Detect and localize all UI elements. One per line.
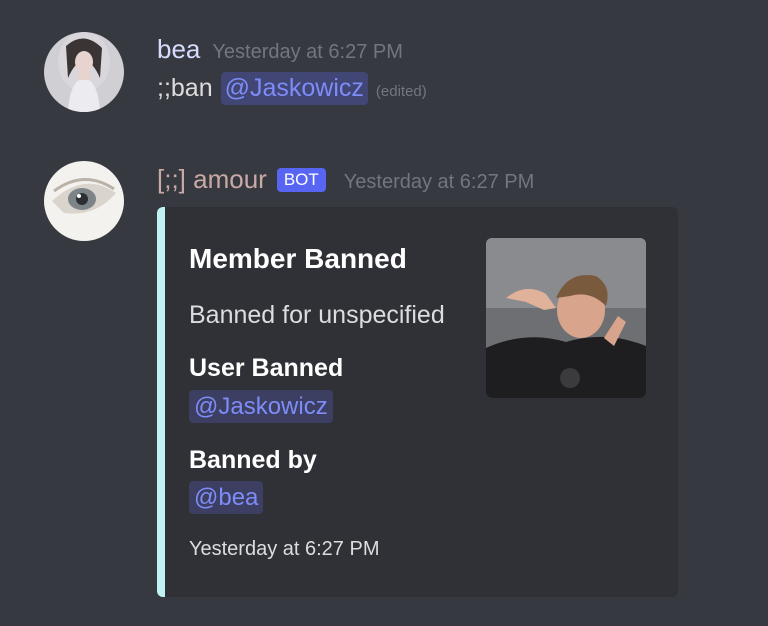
field-value-banned-by: @bea [189,481,264,514]
command-text: ;;ban [157,74,213,102]
embed-card: Member Banned Banned for unspecified Use… [157,207,678,597]
message-timestamp: Yesterday at 6:27 PM [343,171,535,193]
user-avatar[interactable] [44,32,124,112]
message-timestamp: Yesterday at 6:27 PM [212,41,403,63]
embed-accent-bar [157,207,165,597]
bot-avatar[interactable] [44,161,124,241]
field-name-user-banned: User Banned [189,354,344,382]
user-mention[interactable]: @bea [189,481,264,514]
message-header: bea Yesterday at 6:27 PM [157,34,403,65]
edited-label: (edited) [375,83,427,100]
username[interactable]: bea [157,34,200,65]
field-value-user-banned: @Jaskowicz [189,390,333,423]
embed-thumbnail[interactable] [486,238,646,398]
message-content: ;;ban @Jaskowicz (edited) [157,72,427,105]
user-mention[interactable]: @Jaskowicz [220,72,368,105]
message-header: [;;] amour BOT Yesterday at 6:27 PM [157,164,534,195]
user-mention[interactable]: @Jaskowicz [189,390,333,423]
embed-title: Member Banned [189,243,407,274]
message-bea: bea Yesterday at 6:27 PM ;;ban @Jaskowic… [0,0,768,140]
embed-footer-timestamp: Yesterday at 6:27 PM [189,538,380,560]
embed-description: Banned for unspecified [189,301,445,329]
bot-badge: BOT [276,168,326,192]
bot-username[interactable]: [;;] amour [157,164,267,195]
field-name-banned-by: Banned by [189,446,317,474]
